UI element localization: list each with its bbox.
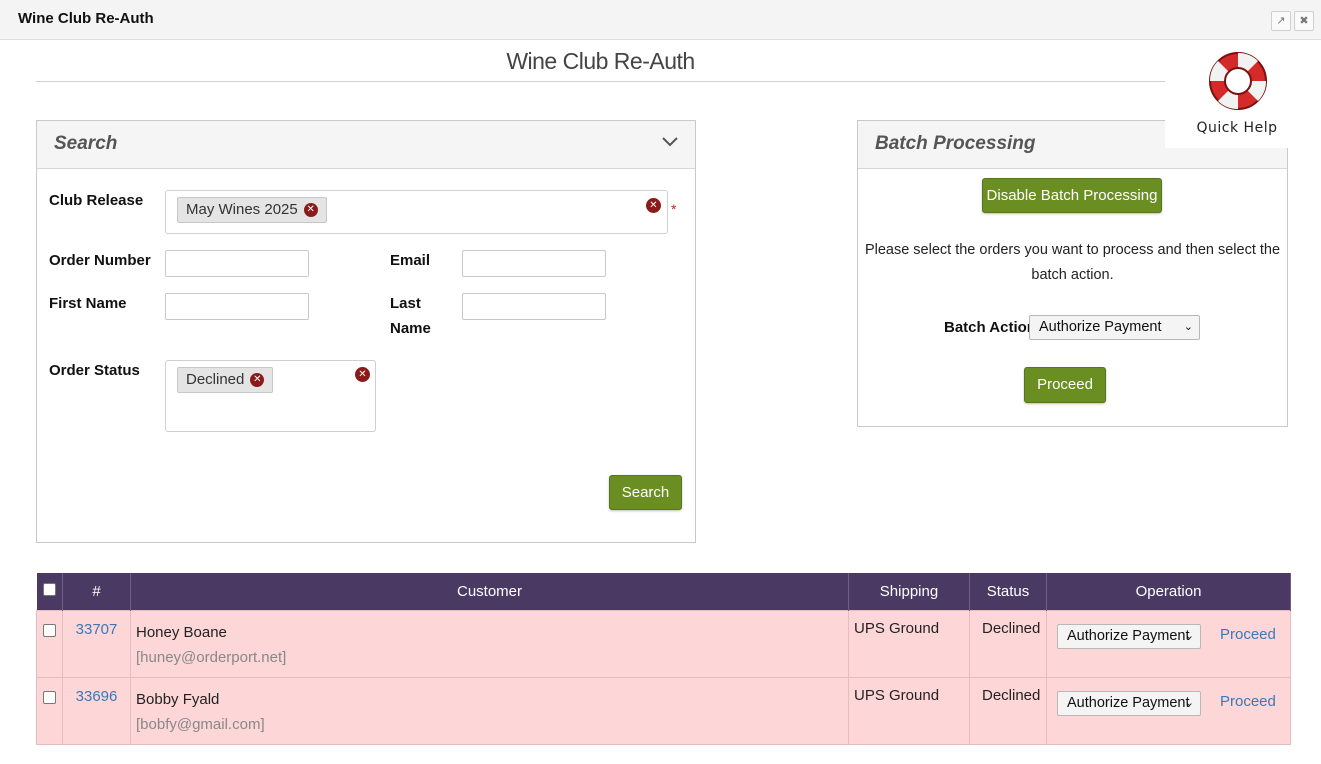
order-status-tag-label: Declined xyxy=(186,371,245,388)
column-header-customer[interactable]: Customer xyxy=(130,573,849,610)
customer-name: Honey Boane xyxy=(136,623,227,641)
batch-action-label: Batch Action xyxy=(944,319,1036,336)
email-input[interactable] xyxy=(462,250,606,277)
orders-table: # Customer Shipping Status Operation 337… xyxy=(36,573,1291,745)
shipping-cell: UPS Ground xyxy=(848,609,970,678)
search-panel-header[interactable]: Search xyxy=(37,121,695,169)
shipping-cell: UPS Ground xyxy=(848,676,970,745)
status-cell: Declined xyxy=(969,609,1047,678)
quick-help[interactable]: Quick Help xyxy=(1165,42,1309,148)
customer-email: [bobfy@gmail.com] xyxy=(136,715,265,733)
lifebuoy-icon xyxy=(1209,52,1267,110)
select-all-checkbox[interactable] xyxy=(42,582,56,596)
clear-club-release-icon[interactable]: ✕ xyxy=(646,198,661,213)
chevron-down-icon[interactable] xyxy=(661,135,679,152)
remove-tag-icon[interactable]: ✕ xyxy=(303,203,318,218)
search-button[interactable]: Search xyxy=(609,475,682,510)
batch-action-value: Authorize Payment xyxy=(1039,319,1162,335)
column-header-number[interactable]: # xyxy=(62,573,131,610)
column-header-operation[interactable]: Operation xyxy=(1046,573,1291,610)
title-divider xyxy=(36,81,1165,82)
row-proceed-link[interactable]: Proceed xyxy=(1220,693,1276,710)
club-release-tag[interactable]: May Wines 2025 ✕ xyxy=(177,197,327,223)
batch-action-select[interactable]: Authorize Payment ⌄ xyxy=(1029,315,1200,340)
table-row: 33707 Honey Boane [huney@orderport.net] … xyxy=(36,609,1291,678)
chevron-down-icon: ⌄ xyxy=(1184,629,1194,642)
row-select-cell xyxy=(36,676,63,745)
email-label: Email xyxy=(390,252,431,269)
chevron-down-icon: ⌄ xyxy=(1184,696,1194,709)
operation-cell: Authorize Payment ⌄ Proceed xyxy=(1046,609,1291,678)
last-name-label-line1: Last xyxy=(390,295,421,312)
order-number-cell: 33696 xyxy=(62,676,131,745)
chevron-down-icon: ⌄ xyxy=(1183,321,1193,333)
order-number-label: Order Number xyxy=(49,252,151,269)
row-proceed-link[interactable]: Proceed xyxy=(1220,626,1276,643)
operation-value: Authorize Payment xyxy=(1067,627,1190,644)
order-status-tag[interactable]: Declined ✕ xyxy=(177,367,274,393)
batch-instructions: Please select the orders you want to pro… xyxy=(864,242,1281,283)
row-select-cell xyxy=(36,609,63,678)
last-name-input[interactable] xyxy=(462,293,606,320)
window-title: Wine Club Re-Auth xyxy=(18,10,154,27)
order-number-input[interactable] xyxy=(165,250,309,277)
window-titlebar: Wine Club Re-Auth ↗ ✖ xyxy=(0,0,1321,40)
operation-select[interactable]: Authorize Payment ⌄ xyxy=(1057,623,1201,649)
search-panel-title: Search xyxy=(54,133,118,154)
operation-cell: Authorize Payment ⌄ Proceed xyxy=(1046,676,1291,745)
required-indicator: * xyxy=(671,201,677,217)
last-name-label-line2: Name xyxy=(390,320,431,337)
batch-panel: Batch Processing Disable Batch Processin… xyxy=(857,120,1288,427)
batch-panel-title: Batch Processing xyxy=(875,133,1036,154)
order-status-label: Order Status xyxy=(49,362,140,379)
order-status-select[interactable]: Declined ✕ ✕ xyxy=(165,360,376,432)
first-name-label: First Name xyxy=(49,295,127,312)
operation-select[interactable]: Authorize Payment ⌄ xyxy=(1057,690,1201,716)
status-cell: Declined xyxy=(969,676,1047,745)
club-release-label: Club Release xyxy=(49,192,144,209)
row-checkbox[interactable] xyxy=(43,623,56,637)
table-header-row: # Customer Shipping Status Operation xyxy=(36,573,1291,610)
customer-name: Bobby Fyald xyxy=(136,690,220,708)
page-title: Wine Club Re-Auth xyxy=(506,48,695,74)
close-icon[interactable]: ✖ xyxy=(1294,11,1314,31)
column-header-shipping[interactable]: Shipping xyxy=(848,573,970,610)
first-name-input[interactable] xyxy=(165,293,309,320)
customer-email: [huney@orderport.net] xyxy=(136,648,287,666)
order-number-link[interactable]: 33707 xyxy=(76,621,118,638)
customer-cell: Honey Boane [huney@orderport.net] xyxy=(130,609,849,678)
remove-tag-icon[interactable]: ✕ xyxy=(250,373,265,388)
row-checkbox[interactable] xyxy=(43,690,56,704)
clear-order-status-icon[interactable]: ✕ xyxy=(355,367,370,382)
club-release-select[interactable]: May Wines 2025 ✕ ✕ xyxy=(165,190,668,234)
order-number-link[interactable]: 33696 xyxy=(76,688,118,705)
quick-help-label: Quick Help xyxy=(1196,120,1278,136)
club-release-tag-label: May Wines 2025 xyxy=(186,201,298,218)
operation-value: Authorize Payment xyxy=(1067,694,1190,711)
order-number-cell: 33707 xyxy=(62,609,131,678)
column-header-status[interactable]: Status xyxy=(969,573,1047,610)
popout-icon[interactable]: ↗ xyxy=(1271,11,1291,31)
disable-batch-button[interactable]: Disable Batch Processing xyxy=(982,178,1162,213)
select-all-header xyxy=(36,573,63,610)
search-panel: Search Club Release May Wines 2025 ✕ ✕ * … xyxy=(36,120,696,543)
table-row: 33696 Bobby Fyald [bobfy@gmail.com] UPS … xyxy=(36,676,1291,745)
customer-cell: Bobby Fyald [bobfy@gmail.com] xyxy=(130,676,849,745)
batch-proceed-button[interactable]: Proceed xyxy=(1024,367,1106,403)
